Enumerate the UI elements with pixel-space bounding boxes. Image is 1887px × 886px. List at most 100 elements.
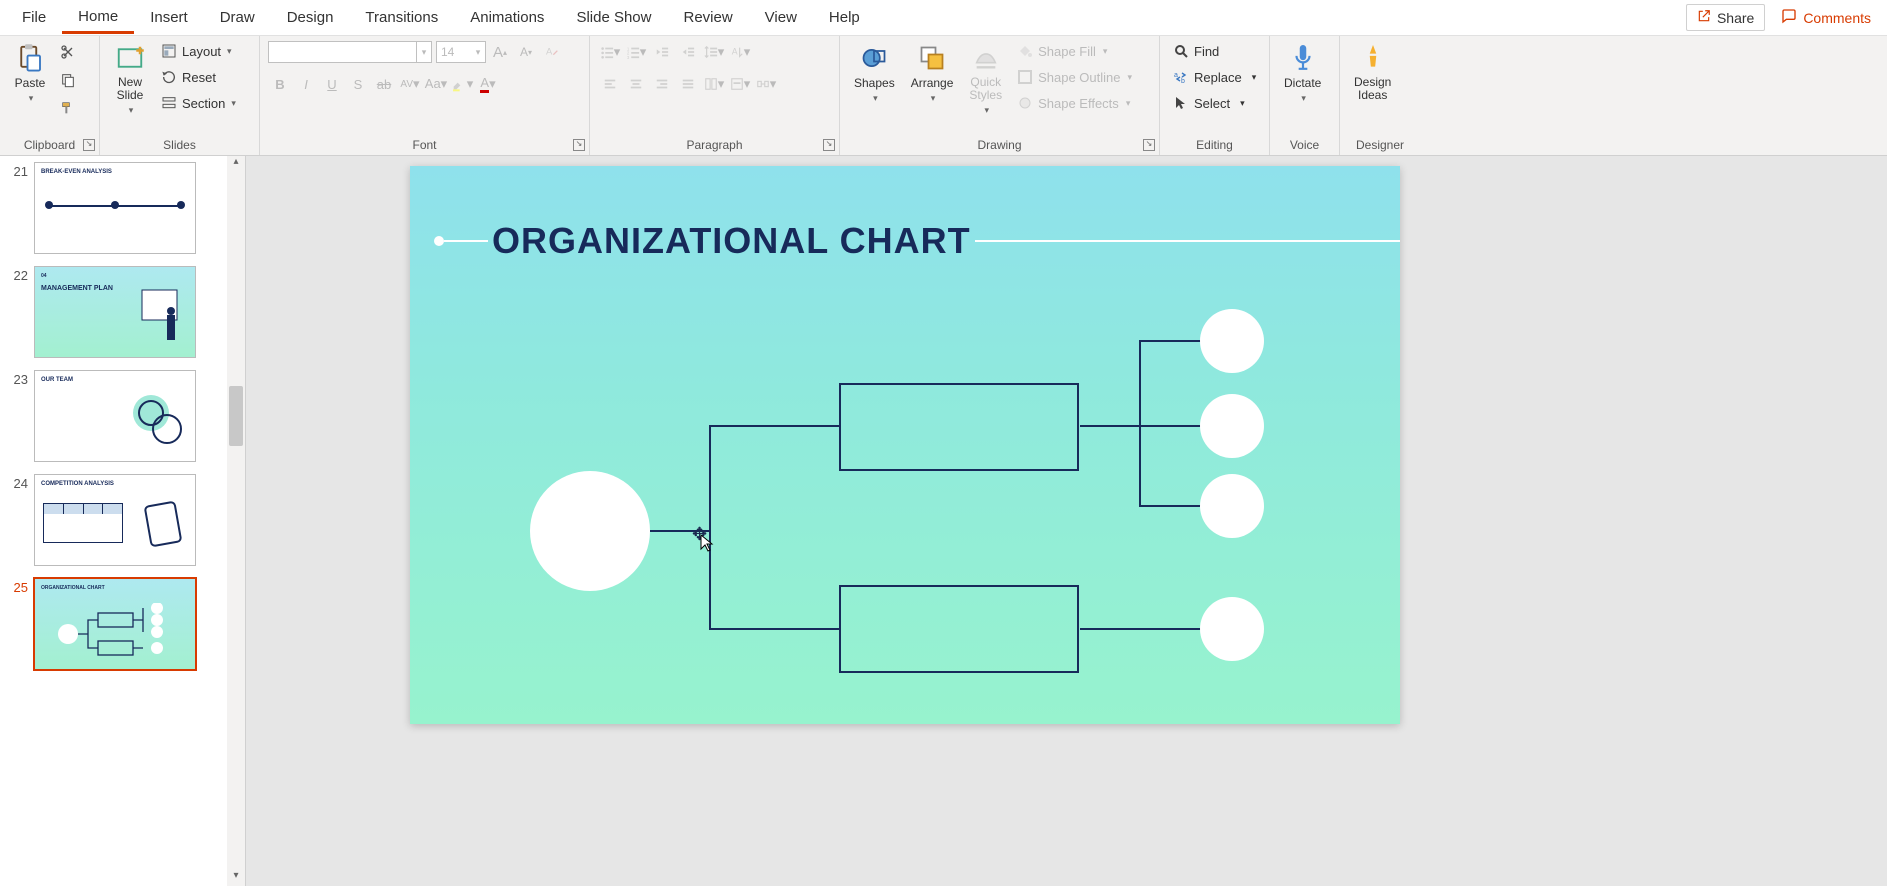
increase-font-button[interactable]: A▴ [488,40,512,64]
justify-button[interactable] [676,72,700,96]
thumbnail-25[interactable]: 25 ORGANIZATIONAL CHART [0,572,245,676]
font-size-combo[interactable]: 14 [437,42,471,62]
italic-button[interactable]: I [294,72,318,96]
title-line [444,240,488,242]
cut-button[interactable] [56,40,80,64]
align-center-button[interactable] [624,72,648,96]
shape-fill-button[interactable]: Shape Fill▾ [1012,40,1136,62]
thumbnail-22[interactable]: 22 04 MANAGEMENT PLAN [0,260,245,364]
line-spacing-button[interactable]: ▾ [702,40,726,64]
section-icon [160,94,178,112]
slide-title[interactable]: ORGANIZATIONAL CHART [488,220,975,262]
replace-button[interactable]: ab Replace▾ [1168,66,1260,88]
char-spacing-button[interactable]: AV▾ [398,72,422,96]
text-direction-button[interactable]: A▾ [728,40,752,64]
group-designer: Design Ideas Designer [1340,36,1420,155]
slide[interactable]: ORGANIZATIONAL CHART [410,166,1400,724]
tab-view[interactable]: View [749,3,813,32]
dictate-button[interactable]: Dictate [1278,40,1327,106]
share-button[interactable]: Share [1686,4,1765,31]
align-right-button[interactable] [650,72,674,96]
thumbnail-23[interactable]: 23 OUR TEAM [0,364,245,468]
bold-button[interactable]: B [268,72,292,96]
shape-effects-button[interactable]: Shape Effects▾ [1012,92,1136,114]
group-clipboard: Paste Clipboard ↘ [0,36,100,155]
quick-styles-icon [970,42,1002,74]
design-ideas-button[interactable]: Design Ideas [1348,40,1397,104]
paste-button[interactable]: Paste [8,40,52,106]
tab-animations[interactable]: Animations [454,3,560,32]
new-slide-button[interactable]: New Slide [108,40,152,118]
menu-bar: File Home Insert Draw Design Transitions… [0,0,1887,36]
tab-insert[interactable]: Insert [134,3,204,32]
voice-label: Voice [1278,135,1331,155]
comment-icon [1781,8,1797,27]
tab-file[interactable]: File [6,3,62,32]
design-ideas-label: Design Ideas [1354,76,1391,102]
layout-button[interactable]: Layout▾ [156,40,240,62]
thumbnail-panel[interactable]: 21 BREAK-EVEN ANALYSIS 22 04 MANAGEMENT … [0,156,246,886]
increase-indent-button[interactable] [676,40,700,64]
tab-help[interactable]: Help [813,3,876,32]
clipboard-label: Clipboard [8,135,91,155]
shadow-button[interactable]: S [346,72,370,96]
comments-label: Comments [1803,10,1871,26]
reset-button[interactable]: Reset [156,66,240,88]
copy-button[interactable] [56,68,80,92]
slides-label: Slides [108,135,251,155]
numbering-button[interactable]: 123▾ [624,40,648,64]
font-launcher[interactable]: ↘ [573,139,585,151]
find-icon [1172,42,1190,60]
clear-formatting-button[interactable]: A [540,40,564,64]
select-button[interactable]: Select▾ [1168,92,1260,114]
arrange-icon [916,42,948,74]
decrease-indent-button[interactable] [650,40,674,64]
align-left-button[interactable] [598,72,622,96]
drawing-launcher[interactable]: ↘ [1143,139,1155,151]
thumbnail-24[interactable]: 24 COMPETITION ANALYSIS [0,468,245,572]
section-button[interactable]: Section▾ [156,92,240,114]
highlight-button[interactable]: ▾ [450,72,474,96]
reset-label: Reset [182,70,216,85]
group-slides: New Slide Layout▾ Reset Section▾ Slides [100,36,260,155]
scroll-handle[interactable] [229,386,243,446]
org-chart[interactable]: ✥ [530,306,1270,686]
change-case-button[interactable]: Aa▾ [424,72,448,96]
paragraph-launcher[interactable]: ↘ [823,139,835,151]
format-painter-button[interactable] [56,96,80,120]
shape-outline-icon [1016,68,1034,86]
paste-label: Paste [15,76,46,90]
align-text-button[interactable]: ▾ [728,72,752,96]
font-label: Font [268,135,581,155]
bullets-button[interactable]: ▾ [598,40,622,64]
font-color-button[interactable]: A▾ [476,72,500,96]
thumbnail-21[interactable]: 21 BREAK-EVEN ANALYSIS [0,156,245,260]
clipboard-launcher[interactable]: ↘ [83,139,95,151]
shapes-button[interactable]: Shapes [848,40,901,106]
scroll-down-arrow[interactable]: ▾ [227,870,245,886]
tab-review[interactable]: Review [667,3,748,32]
thumbnail-scrollbar[interactable]: ▴ ▾ [227,156,245,886]
tab-design[interactable]: Design [271,3,350,32]
columns-button[interactable]: ▾ [702,72,726,96]
smartart-button[interactable]: ▾ [754,72,778,96]
shape-effects-icon [1016,94,1034,112]
slide-canvas-area[interactable]: ORGANIZATIONAL CHART [246,156,1887,886]
font-name-arrow[interactable]: ▾ [417,42,431,62]
scroll-up-arrow[interactable]: ▴ [227,156,245,172]
arrange-button[interactable]: Arrange [905,40,960,106]
find-button[interactable]: Find [1168,40,1260,62]
font-size-arrow[interactable]: ▾ [471,42,485,62]
font-name-combo[interactable] [269,42,417,62]
tab-draw[interactable]: Draw [204,3,271,32]
strikethrough-button[interactable]: ab [372,72,396,96]
tab-transitions[interactable]: Transitions [349,3,454,32]
tab-slide-show[interactable]: Slide Show [560,3,667,32]
quick-styles-button[interactable]: Quick Styles [963,40,1008,118]
tab-home[interactable]: Home [62,2,134,34]
share-icon [1697,9,1711,26]
shape-outline-button[interactable]: Shape Outline▾ [1012,66,1136,88]
decrease-font-button[interactable]: A▾ [514,40,538,64]
comments-button[interactable]: Comments [1771,4,1881,31]
underline-button[interactable]: U [320,72,344,96]
